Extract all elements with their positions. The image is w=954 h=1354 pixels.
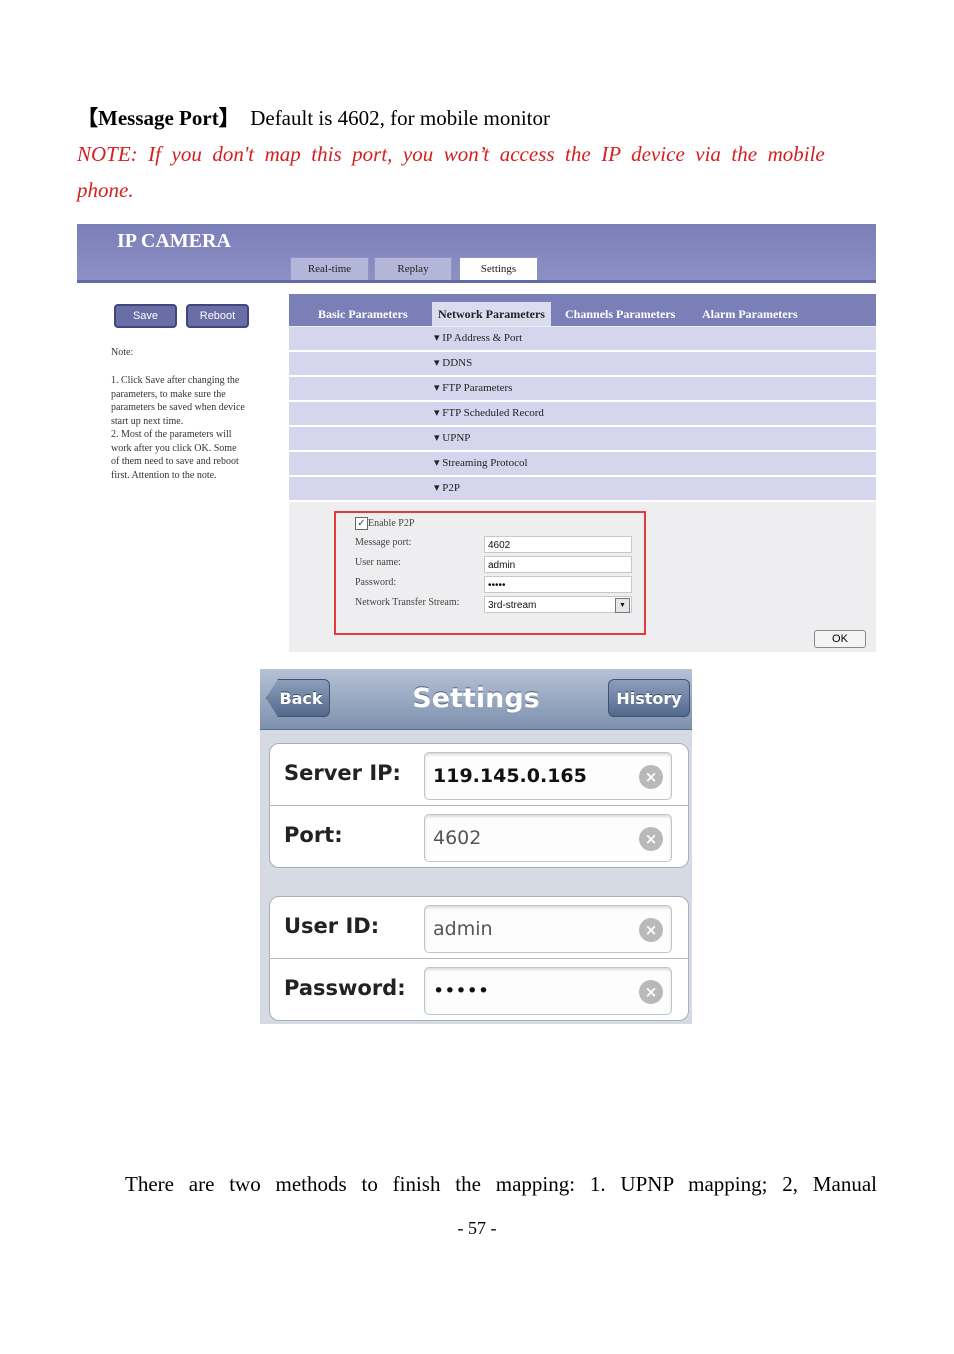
password-label-phone: Password: (284, 976, 406, 1000)
reboot-button[interactable]: Reboot (186, 304, 249, 328)
port-input[interactable]: 4602 × (424, 814, 672, 862)
note-line: 1. Click Save after changing the (111, 375, 240, 386)
section-label: ▾ P2P (434, 482, 461, 494)
camera-settings-screenshot: IP CAMERA Real-time Replay Settings Save… (77, 224, 876, 652)
section-p2p[interactable]: ▾ P2P (289, 477, 876, 502)
section-label: ▾ IP Address & Port (434, 332, 523, 344)
message-port-label: Message port: (355, 537, 412, 548)
tab-settings[interactable]: Settings (459, 257, 538, 280)
note-line: parameters be saved when device (111, 402, 245, 413)
section-label: ▾ Streaming Protocol (434, 457, 528, 469)
message-port-heading: 【Message Port】 Default is 4602, for mobi… (77, 100, 550, 136)
note-title: Note: (111, 347, 134, 358)
camera-logo: IP CAMERA (117, 230, 231, 252)
banner-divider (77, 280, 876, 283)
port-label: Port: (284, 823, 343, 847)
p2p-highlight-box: ✓ Enable P2P Message port: 4602 User name… (334, 511, 646, 635)
ok-button[interactable]: OK (814, 630, 866, 648)
chevron-down-icon: ▼ (615, 598, 630, 613)
port-value: 4602 (433, 827, 482, 849)
heading-bracket-close: 】 (218, 106, 240, 130)
section-ftp-scheduled-record[interactable]: ▾ FTP Scheduled Record (289, 402, 876, 427)
user-id-label: User ID: (284, 914, 380, 938)
sub-tab-bar: Basic Parameters Network Parameters Chan… (289, 294, 876, 326)
heading-term: Message Port (98, 106, 219, 130)
password-label: Password: (355, 577, 397, 588)
server-ip-value: 119.145.0.165 (433, 765, 587, 787)
save-button[interactable]: Save (114, 304, 177, 328)
server-ip-input[interactable]: 119.145.0.165 × (424, 752, 672, 800)
user-id-input[interactable]: admin × (424, 905, 672, 953)
back-button[interactable]: Back (266, 679, 330, 717)
heading-text: Default is 4602, for mobile monitor (250, 106, 550, 130)
tab-real-time[interactable]: Real-time (290, 257, 369, 280)
section-label: ▾ FTP Parameters (434, 382, 513, 394)
password-input-phone[interactable]: ••••• × (424, 967, 672, 1015)
history-button[interactable]: History (608, 679, 690, 717)
user-name-label: User name: (355, 557, 401, 568)
phone-nav-bar: Settings Back History (260, 669, 692, 730)
note-line: of them need to save and reboot (111, 456, 239, 467)
page-number: - 57 - (457, 1218, 497, 1238)
stream-select[interactable]: 3rd-stream ▼ (484, 596, 632, 613)
clear-icon[interactable]: × (639, 827, 663, 851)
stream-select-value: 3rd-stream (488, 600, 537, 611)
clear-icon[interactable]: × (639, 918, 663, 942)
note-line: parameters, to make sure the (111, 388, 226, 400)
section-ddns[interactable]: ▾ DDNS (289, 352, 876, 377)
password-input[interactable]: ••••• (484, 576, 632, 593)
tab-network-parameters[interactable]: Network Parameters (432, 302, 551, 326)
message-port-input[interactable]: 4602 (484, 536, 632, 553)
note-line: first. Attention to the note. (111, 469, 217, 481)
note-line-2: phone. (77, 178, 134, 202)
clear-icon[interactable]: × (639, 980, 663, 1004)
section-streaming-protocol[interactable]: ▾ Streaming Protocol (289, 452, 876, 477)
note-line-1: NOTE: If you don't map this port, you wo… (77, 142, 825, 166)
server-group-divider (269, 805, 689, 806)
settings-panel: Basic Parameters Network Parameters Chan… (289, 294, 876, 652)
note-line: 2. Most of the parameters will (111, 429, 232, 440)
note-line: start up next time. (111, 415, 184, 427)
enable-p2p-checkbox[interactable]: ✓ Enable P2P (355, 517, 414, 530)
tab-channels-parameters[interactable]: Channels Parameters (565, 302, 675, 326)
section-label: ▾ UPNP (434, 432, 471, 444)
tab-basic-parameters[interactable]: Basic Parameters (318, 302, 408, 326)
password-value-phone: ••••• (433, 980, 490, 1002)
stream-label: Network Transfer Stream: (355, 597, 460, 608)
section-ip-address-port[interactable]: ▾ IP Address & Port (289, 327, 876, 352)
server-ip-label: Server IP: (284, 761, 401, 785)
tab-replay[interactable]: Replay (374, 257, 452, 280)
enable-p2p-label: Enable P2P (368, 517, 415, 529)
section-upnp[interactable]: ▾ UPNP (289, 427, 876, 452)
section-ftp-parameters[interactable]: ▾ FTP Parameters (289, 377, 876, 402)
note-line: work after you click OK. Some (111, 442, 237, 454)
section-label: ▾ DDNS (434, 357, 473, 369)
checkbox-icon: ✓ (355, 517, 368, 530)
heading-bracket-open: 【 (77, 106, 98, 130)
section-label: ▾ FTP Scheduled Record (434, 407, 544, 419)
body-paragraph: There are two methods to finish the mapp… (125, 1172, 877, 1196)
user-id-value: admin (433, 918, 493, 940)
phone-settings-screenshot: Settings Back History Server IP: 119.145… (260, 669, 692, 1024)
account-group-divider (269, 958, 689, 959)
tab-alarm-parameters[interactable]: Alarm Parameters (702, 302, 798, 326)
clear-icon[interactable]: × (639, 765, 663, 789)
user-name-input[interactable]: admin (484, 556, 632, 573)
